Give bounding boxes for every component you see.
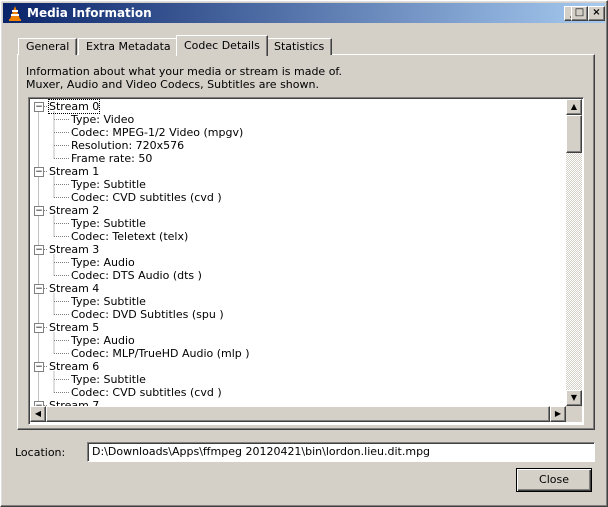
tab-label: Codec Details — [184, 39, 260, 52]
tab-codec-details[interactable]: Codec Details — [176, 35, 268, 56]
tree-stream-item[interactable]: Stream 1 — [49, 165, 99, 178]
maximize-button[interactable]: □ — [571, 6, 588, 21]
vertical-scrollbar[interactable]: ▲ ▼ — [566, 99, 582, 406]
tree-stream-item[interactable]: Stream 0 — [47, 99, 101, 114]
expander-toggle[interactable]: − — [34, 284, 44, 294]
scroll-corner — [566, 406, 582, 422]
expander-toggle[interactable]: − — [34, 206, 44, 216]
title-bar[interactable]: Media Information _ □ × — [3, 3, 605, 23]
scroll-down-button[interactable]: ▼ — [566, 390, 582, 406]
tree-property-item[interactable]: Type: Subtitle — [71, 217, 146, 230]
close-button-label: Close — [539, 473, 569, 486]
tree-property-item[interactable]: Type: Audio — [71, 256, 135, 269]
tree-property-item[interactable]: Type: Video — [71, 113, 134, 126]
description: Information about what your media or str… — [26, 65, 342, 91]
expander-toggle[interactable]: − — [34, 167, 44, 177]
scroll-up-button[interactable]: ▲ — [566, 99, 582, 115]
tree-stream-item[interactable]: Stream 6 — [49, 360, 99, 373]
location-field[interactable]: D:\Downloads\Apps\ffmpeg 20120421\bin\lo… — [87, 442, 595, 462]
close-button[interactable]: Close — [516, 468, 592, 492]
tree-stream-item[interactable]: Stream 2 — [49, 204, 99, 217]
scroll-right-button[interactable]: ▶ — [550, 406, 566, 422]
tree-property-item[interactable]: Codec: Teletext (telx) — [71, 230, 188, 243]
window-title: Media Information — [27, 6, 152, 20]
tab-extra-metadata[interactable]: Extra Metadata — [78, 38, 179, 55]
tree-property-item[interactable]: Resolution: 720x576 — [71, 139, 184, 152]
tab-label: General — [26, 40, 70, 53]
description-line-1: Information about what your media or str… — [26, 65, 342, 78]
tree-property-item[interactable]: Type: Subtitle — [71, 295, 146, 308]
tab-label: Statistics — [274, 40, 325, 53]
horizontal-scrollbar[interactable]: ◀ ▶ — [30, 406, 566, 422]
location-label: Location: — [15, 446, 66, 459]
tree-property-item[interactable]: Codec: CVD subtitles (cvd ) — [71, 191, 222, 204]
tree-property-item[interactable]: Codec: MLP/TrueHD Audio (mlp ) — [71, 347, 250, 360]
close-window-button[interactable]: × — [588, 6, 605, 21]
tree-property-item[interactable]: Type: Subtitle — [71, 373, 146, 386]
tab-statistics[interactable]: Statistics — [266, 38, 333, 55]
tab-label: Extra Metadata — [86, 40, 171, 53]
expander-toggle[interactable]: − — [34, 362, 44, 372]
vertical-scroll-thumb[interactable] — [566, 115, 582, 153]
tree-stream-item[interactable]: Stream 4 — [49, 282, 99, 295]
codec-tree[interactable]: − Stream 0 Type: Video Codec: MPEG-1/2 Vide… — [28, 97, 584, 425]
tab-general[interactable]: General — [18, 38, 78, 55]
expander-toggle[interactable]: − — [34, 245, 44, 255]
description-line-2: Muxer, Audio and Video Codecs, Subtitles… — [26, 78, 319, 91]
tree-property-item[interactable]: Type: Audio — [71, 334, 135, 347]
tree-stream-item[interactable]: Stream 3 — [49, 243, 99, 256]
vlc-cone-icon — [9, 6, 21, 21]
expander-toggle[interactable]: − — [34, 102, 44, 112]
horizontal-scroll-thumb[interactable] — [46, 406, 550, 422]
tree-property-item[interactable]: Codec: CVD subtitles (cvd ) — [71, 386, 222, 399]
scroll-left-button[interactable]: ◀ — [30, 406, 46, 422]
expander-toggle[interactable]: − — [34, 323, 44, 333]
tree-property-item[interactable]: Codec: MPEG-1/2 Video (mpgv) — [71, 126, 243, 139]
tree-property-item[interactable]: Frame rate: 50 — [71, 152, 152, 165]
tree-stream-item[interactable]: Stream 5 — [49, 321, 99, 334]
tree-property-item[interactable]: Type: Subtitle — [71, 178, 146, 191]
tree-property-item[interactable]: Codec: DTS Audio (dts ) — [71, 269, 202, 282]
media-information-window: Media Information _ □ × General Extra Me… — [0, 0, 608, 507]
tree-property-item[interactable]: Codec: DVD Subtitles (spu ) — [71, 308, 224, 321]
